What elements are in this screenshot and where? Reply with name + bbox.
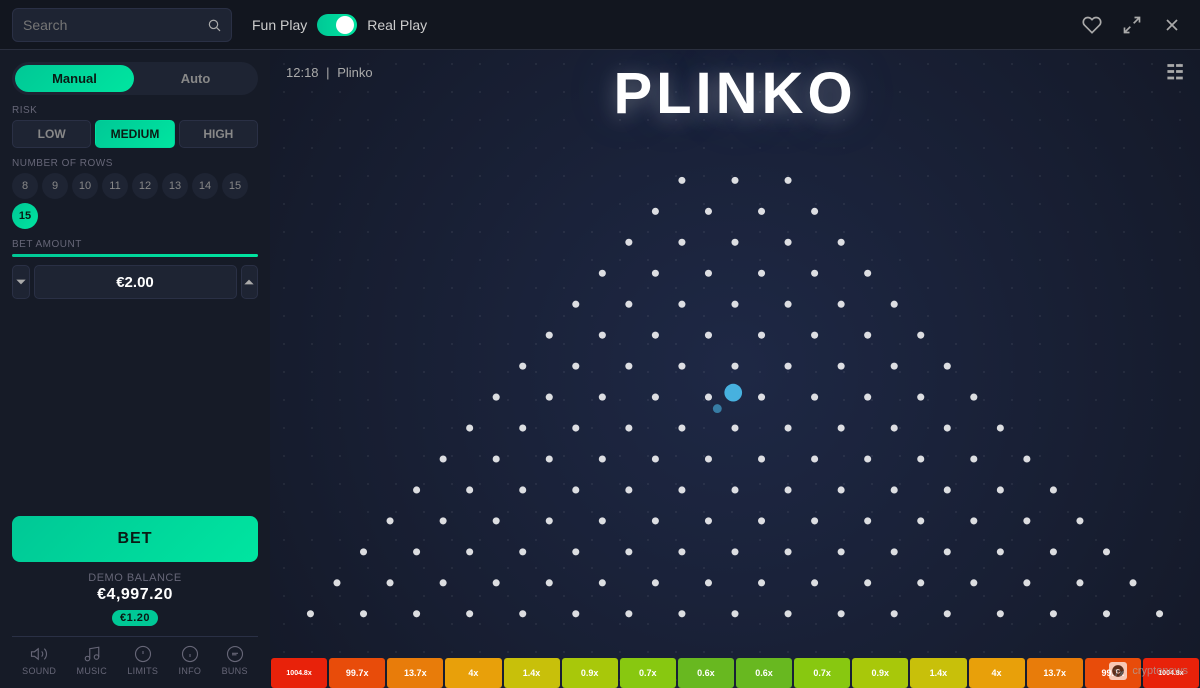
multiplier-cell: 0.6x (736, 658, 792, 688)
row-14[interactable]: 14 (192, 173, 218, 199)
buns-label: BUNS (222, 666, 248, 676)
header-icons (1076, 9, 1188, 41)
search-icon (207, 17, 221, 33)
search-input[interactable] (23, 17, 199, 33)
watermark-icon: C (1109, 662, 1127, 680)
tab-auto[interactable]: Auto (136, 65, 255, 92)
row-15b[interactable]: 15 (12, 203, 38, 229)
plinko-ball (724, 384, 742, 402)
multiplier-cell: 0.7x (794, 658, 850, 688)
info-label: INFO (179, 666, 202, 676)
bet-decrease-button[interactable] (12, 265, 30, 299)
row-12[interactable]: 12 (132, 173, 158, 199)
bet-section: BET AMOUNT (12, 239, 258, 299)
multiplier-cell: 0.6x (678, 658, 734, 688)
bet-label: BET AMOUNT (12, 239, 258, 250)
favorite-button[interactable] (1076, 9, 1108, 41)
demo-chip: €1.20 (112, 610, 158, 626)
music-icon (83, 645, 101, 663)
sidebar-footer: SOUND MUSIC LIMITS INFO (12, 636, 258, 676)
bet-button[interactable]: BET (12, 516, 258, 562)
multiplier-cell: 1.4x (504, 658, 560, 688)
fun-play-label: Fun Play (252, 17, 307, 33)
sound-icon (30, 645, 48, 663)
demo-balance-value: €4,997.20 (12, 586, 258, 604)
tab-manual[interactable]: Manual (15, 65, 134, 92)
sidebar-spacer (12, 309, 258, 506)
rows-section: NUMBER OF ROWS 8 9 10 11 12 13 14 15 15 (12, 158, 258, 229)
demo-balance: DEMO BALANCE €4,997.20 €1.20 (12, 572, 258, 626)
multiplier-cell: 0.7x (620, 658, 676, 688)
buns-icon (226, 645, 244, 663)
bet-amount-input[interactable] (34, 265, 237, 299)
sound-label: SOUND (22, 666, 56, 676)
multiplier-cell: 4x (969, 658, 1025, 688)
row-10[interactable]: 10 (72, 173, 98, 199)
multiplier-cell: 13.7x (1027, 658, 1083, 688)
risk-options: LOW MEDIUM HIGH (12, 120, 258, 148)
fullscreen-icon (1122, 15, 1142, 35)
row-13[interactable]: 13 (162, 173, 188, 199)
bet-input-row (12, 265, 258, 299)
game-menu-icon[interactable]: ☷ (1166, 60, 1184, 85)
toggle-knob (336, 16, 354, 34)
risk-label: RISK (12, 105, 258, 116)
bet-increase-button[interactable] (241, 265, 259, 299)
header: Fun Play Real Play (0, 0, 1200, 50)
play-mode-toggle[interactable] (317, 14, 357, 36)
limits-button[interactable]: LIMITS (127, 645, 158, 676)
chevron-up-icon (242, 275, 256, 289)
mode-tabs: Manual Auto (12, 62, 258, 95)
game-time-display: 12:18 | Plinko (286, 65, 373, 80)
play-toggle: Fun Play Real Play (252, 14, 427, 36)
close-button[interactable] (1156, 9, 1188, 41)
fullscreen-button[interactable] (1116, 9, 1148, 41)
multiplier-bar: 1004.8x99.7x13.7x4x1.4x0.9x0.7x0.6x0.6x0… (270, 658, 1200, 688)
row-11[interactable]: 11 (102, 173, 128, 199)
row-options: 8 9 10 11 12 13 14 15 15 (12, 173, 258, 229)
music-button[interactable]: MUSIC (77, 645, 108, 676)
info-button[interactable]: INFO (179, 645, 202, 676)
risk-medium[interactable]: MEDIUM (95, 120, 174, 148)
heart-icon (1082, 15, 1102, 35)
watermark: C cryptonews (1109, 662, 1188, 680)
rows-label: NUMBER OF ROWS (12, 158, 258, 169)
bet-progress-bar (12, 254, 258, 257)
search-box (12, 8, 232, 42)
close-icon (1162, 15, 1182, 35)
risk-high[interactable]: HIGH (179, 120, 258, 148)
risk-low[interactable]: LOW (12, 120, 91, 148)
multiplier-cell: 0.9x (852, 658, 908, 688)
multiplier-cell: 4x (445, 658, 501, 688)
demo-balance-label: DEMO BALANCE (88, 572, 181, 584)
multiplier-cell: 1.4x (910, 658, 966, 688)
limits-label: LIMITS (127, 666, 158, 676)
multiplier-cell: 13.7x (387, 658, 443, 688)
music-label: MUSIC (77, 666, 108, 676)
real-play-label: Real Play (367, 17, 427, 33)
multiplier-cell: 0.9x (562, 658, 618, 688)
row-15a[interactable]: 15 (222, 173, 248, 199)
info-icon (181, 645, 199, 663)
game-area: 12:18 | Plinko PLINKO ☷ (270, 50, 1200, 688)
multiplier-cell: 1004.8x (271, 658, 327, 688)
svg-text:C: C (1116, 668, 1121, 675)
main-layout: Manual Auto RISK LOW MEDIUM HIGH NUMBER … (0, 50, 1200, 688)
chevron-down-icon (14, 275, 28, 289)
sound-button[interactable]: SOUND (22, 645, 56, 676)
game-title: PLINKO (613, 60, 856, 127)
plinko-ball-trail (713, 404, 722, 413)
watermark-text: cryptonews (1132, 665, 1188, 677)
plinko-pins-svg (270, 145, 1200, 658)
game-header: 12:18 | Plinko PLINKO ☷ (270, 50, 1200, 95)
risk-section: RISK LOW MEDIUM HIGH (12, 105, 258, 148)
row-8[interactable]: 8 (12, 173, 38, 199)
row-9[interactable]: 9 (42, 173, 68, 199)
sidebar: Manual Auto RISK LOW MEDIUM HIGH NUMBER … (0, 50, 270, 688)
multiplier-cell: 99.7x (329, 658, 385, 688)
plinko-board: 1004.8x99.7x13.7x4x1.4x0.9x0.7x0.6x0.6x0… (270, 95, 1200, 688)
buns-button[interactable]: BUNS (222, 645, 248, 676)
limits-icon (134, 645, 152, 663)
